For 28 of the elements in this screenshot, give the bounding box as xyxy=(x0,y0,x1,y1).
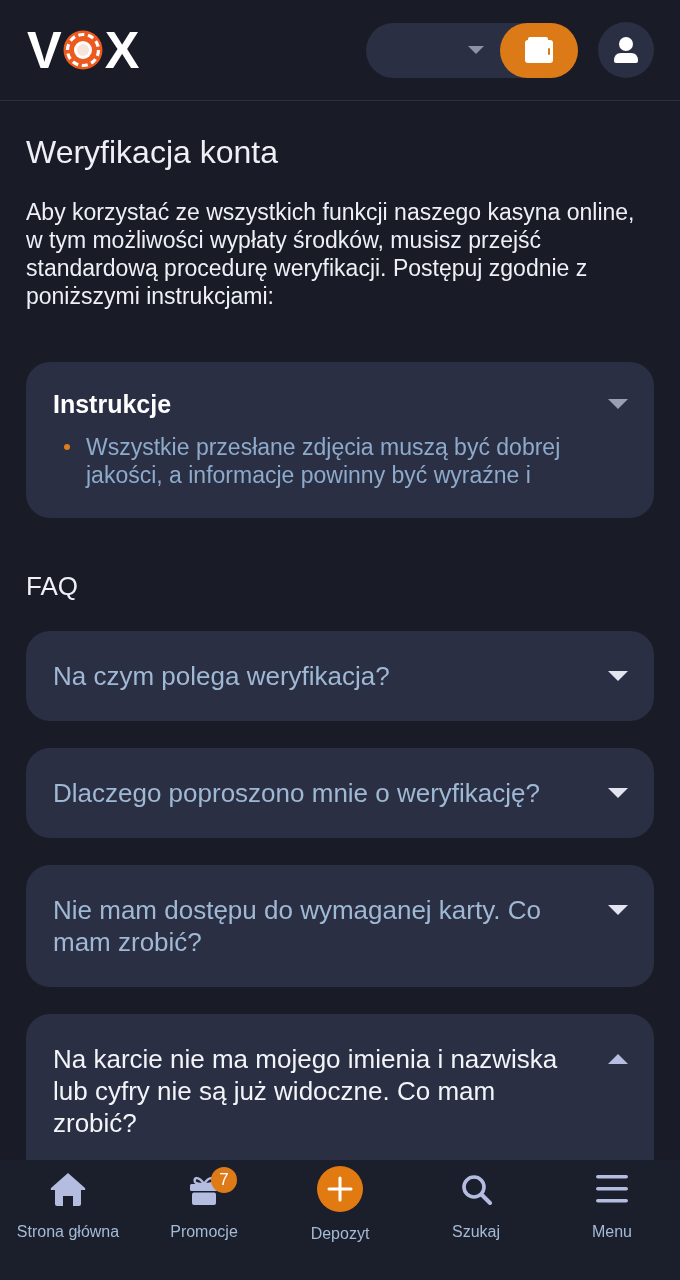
nav-button[interactable]: Strona główna xyxy=(0,1160,136,1280)
logo[interactable]: V X xyxy=(27,24,139,76)
wallet-icon xyxy=(525,37,553,63)
balance-selector[interactable] xyxy=(366,22,578,78)
instructions-title[interactable]: Instrukcje xyxy=(53,390,172,418)
bullet-icon xyxy=(64,444,70,450)
nav-button[interactable]: Depozyt xyxy=(272,1160,408,1280)
faq-item[interactable]: Nie mam dostępu do wymaganej karty. Co mam zrobić? xyxy=(26,865,654,987)
caret-icon xyxy=(468,46,484,54)
profile-button[interactable] xyxy=(598,22,654,78)
nav-button[interactable]: Menu xyxy=(544,1160,680,1280)
faq-item[interactable]: Na karcie nie ma mojego imienia i nazwiska lub cyfry nie są już widoczne. Co mam zrobić? xyxy=(26,1014,654,1160)
search-icon xyxy=(460,1173,492,1205)
poker-chip-icon xyxy=(62,30,103,70)
intro-text: Aby korzystać ze wszystkich funkcji naszego kasyna online, w tym możliwości wypłaty środków, musisz przejść standardową procedurę weryfikacji. Postępuj zgodnie z poniższymi instrukcjami: xyxy=(26,198,636,310)
instruction-text: Wszystkie przesłane zdjęcia muszą być dobrej jakości, a informacje powinny być wyraźne i xyxy=(86,433,562,489)
page-title: Weryfikacja konta xyxy=(26,133,278,171)
faq-item[interactable]: Dlaczego poproszono mnie o weryfikację? xyxy=(26,748,654,838)
home-icon xyxy=(50,1171,86,1207)
user-icon xyxy=(614,37,638,63)
nav-button[interactable]: Szukaj xyxy=(408,1160,544,1280)
faq-item[interactable]: Na czym polega weryfikacja? xyxy=(26,631,654,721)
plus-icon xyxy=(317,1166,363,1212)
wallet-button[interactable] xyxy=(500,22,578,78)
nav-button[interactable]: 7 Promocje xyxy=(136,1160,272,1280)
menu-icon xyxy=(596,1175,628,1203)
faq-heading: FAQ xyxy=(26,570,78,602)
count-badge: 7 xyxy=(211,1167,237,1193)
